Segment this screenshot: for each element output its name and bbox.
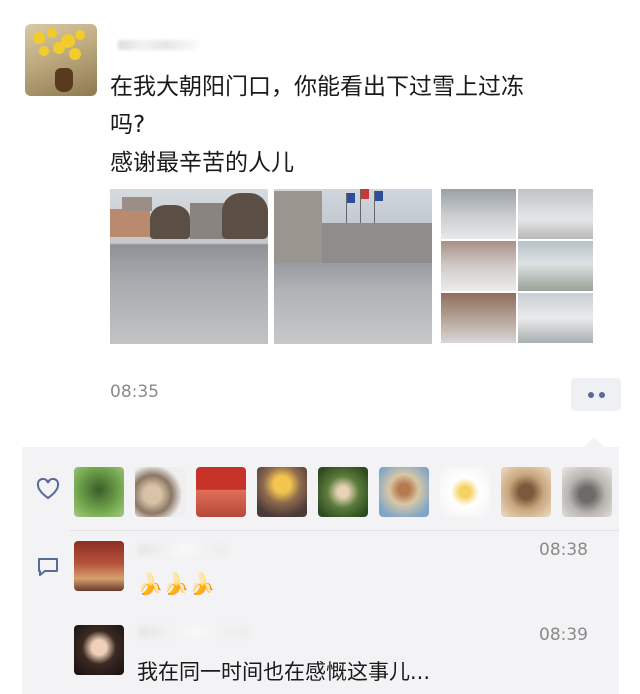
post-time: 08:35 — [110, 382, 159, 402]
comment-author-name[interactable] — [138, 626, 248, 638]
like-avatar[interactable] — [318, 467, 368, 517]
post-photo-3-tile-6[interactable] — [518, 293, 593, 343]
like-avatar[interactable] — [562, 467, 612, 517]
comment-text: 🍌🍌🍌 — [137, 572, 216, 596]
comment-text: 我在同一时间也在感慨这事儿... — [137, 660, 431, 684]
comment-time: 08:38 — [539, 540, 588, 560]
like-avatar[interactable] — [135, 467, 185, 517]
like-avatar[interactable] — [74, 467, 124, 517]
like-avatar[interactable] — [379, 467, 429, 517]
post-text-line: 在我大朝阳门口，你能看出下过雪上过冻 — [110, 74, 524, 100]
more-button[interactable] — [571, 378, 621, 411]
like-avatar[interactable] — [257, 467, 307, 517]
like-avatar[interactable] — [501, 467, 551, 517]
panel-divider — [70, 530, 619, 531]
post-author-name[interactable] — [118, 40, 198, 50]
post-text: 在我大朝阳门口，你能看出下过雪上过冻 吗? 感谢最辛苦的人儿 — [110, 68, 620, 182]
post-text-line: 感谢最辛苦的人儿 — [110, 150, 294, 176]
post-author-avatar[interactable] — [25, 24, 97, 96]
comment-time: 08:39 — [539, 625, 588, 645]
comment-icon — [38, 558, 58, 576]
post-text-line: 吗? — [110, 112, 146, 138]
panel-pointer — [584, 437, 604, 447]
comment-author-name[interactable] — [138, 544, 228, 556]
post-photo-3-tile-1[interactable] — [441, 189, 516, 239]
post-photo-3-tile-5[interactable] — [441, 293, 516, 343]
post-photo-2[interactable] — [274, 189, 432, 344]
post-photo-3-tile-3[interactable] — [441, 241, 516, 291]
post-photo-3-tile-4[interactable] — [518, 241, 593, 291]
comment-avatar[interactable] — [74, 625, 124, 675]
post-photo-3-tile-2[interactable] — [518, 189, 593, 239]
post-photo-1[interactable] — [110, 189, 268, 344]
like-avatar[interactable] — [440, 467, 490, 517]
like-avatar[interactable] — [196, 467, 246, 517]
comment-avatar[interactable] — [74, 541, 124, 591]
heart-icon — [36, 478, 60, 500]
